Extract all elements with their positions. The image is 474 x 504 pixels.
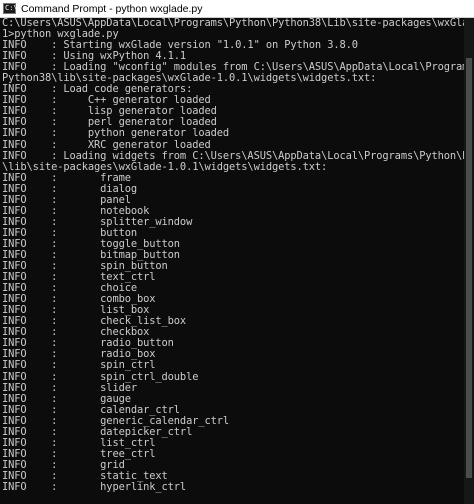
command-prompt-window: C:\ Command Prompt - python wxglade.py C… — [0, 0, 474, 504]
console-text: C:\Users\ASUS\AppData\Local\Programs\Pyt… — [2, 18, 464, 493]
console-output[interactable]: C:\Users\ASUS\AppData\Local\Programs\Pyt… — [2, 18, 464, 504]
scroll-thumb[interactable] — [466, 58, 472, 478]
cmd-icon: C:\ — [3, 3, 18, 14]
title-bar[interactable]: C:\ Command Prompt - python wxglade.py — [0, 0, 474, 18]
console-line: INFO : hyperlink_ctrl — [2, 480, 187, 493]
vertical-scrollbar[interactable] — [464, 18, 474, 504]
window-title: Command Prompt - python wxglade.py — [21, 2, 203, 15]
